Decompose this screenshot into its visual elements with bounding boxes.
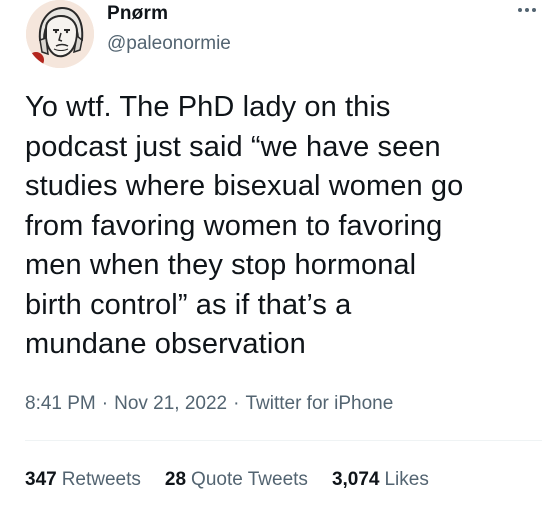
avatar[interactable] (26, 0, 94, 68)
retweets-label: Retweets (61, 469, 141, 490)
quote-tweets-stat[interactable]: 28 Quote Tweets (165, 469, 308, 491)
separator: · (233, 393, 240, 414)
user-handle[interactable]: @paleonormie (107, 33, 231, 55)
likes-label: Likes (384, 469, 429, 490)
tweet-metadata: 8:41 PM · Nov 21, 2022 · Twitter for iPhone (25, 393, 393, 415)
dot (518, 8, 522, 12)
more-dots-icon[interactable] (512, 0, 542, 20)
tweet-card: Pnørm @paleonormie Yo wtf. The PhD lady … (0, 0, 560, 515)
likes-count: 3,074 (331, 469, 380, 490)
tweet-time[interactable]: 8:41 PM (25, 393, 96, 414)
tweet-source[interactable]: Twitter for iPhone (245, 393, 393, 414)
likes-stat[interactable]: 3,074 Likes (332, 469, 429, 491)
tweet-text: Yo wtf. The PhD lady on this podcast jus… (25, 91, 464, 360)
separator: · (101, 393, 109, 414)
wojak-helmet-avatar-icon (26, 0, 94, 68)
quote-tweets-count: 28 (164, 469, 187, 490)
retweets-count: 347 (25, 469, 57, 490)
divider (25, 440, 542, 441)
display-name[interactable]: Pnørm (107, 3, 168, 25)
dot (532, 8, 536, 12)
engagement-stats: 347 Retweets 28 Quote Tweets 3,074 Likes (25, 469, 429, 491)
quote-tweets-label: Quote Tweets (191, 469, 308, 490)
retweets-stat[interactable]: 347 Retweets (25, 469, 141, 491)
dot (525, 8, 529, 12)
tweet-date[interactable]: Nov 21, 2022 (114, 393, 227, 414)
